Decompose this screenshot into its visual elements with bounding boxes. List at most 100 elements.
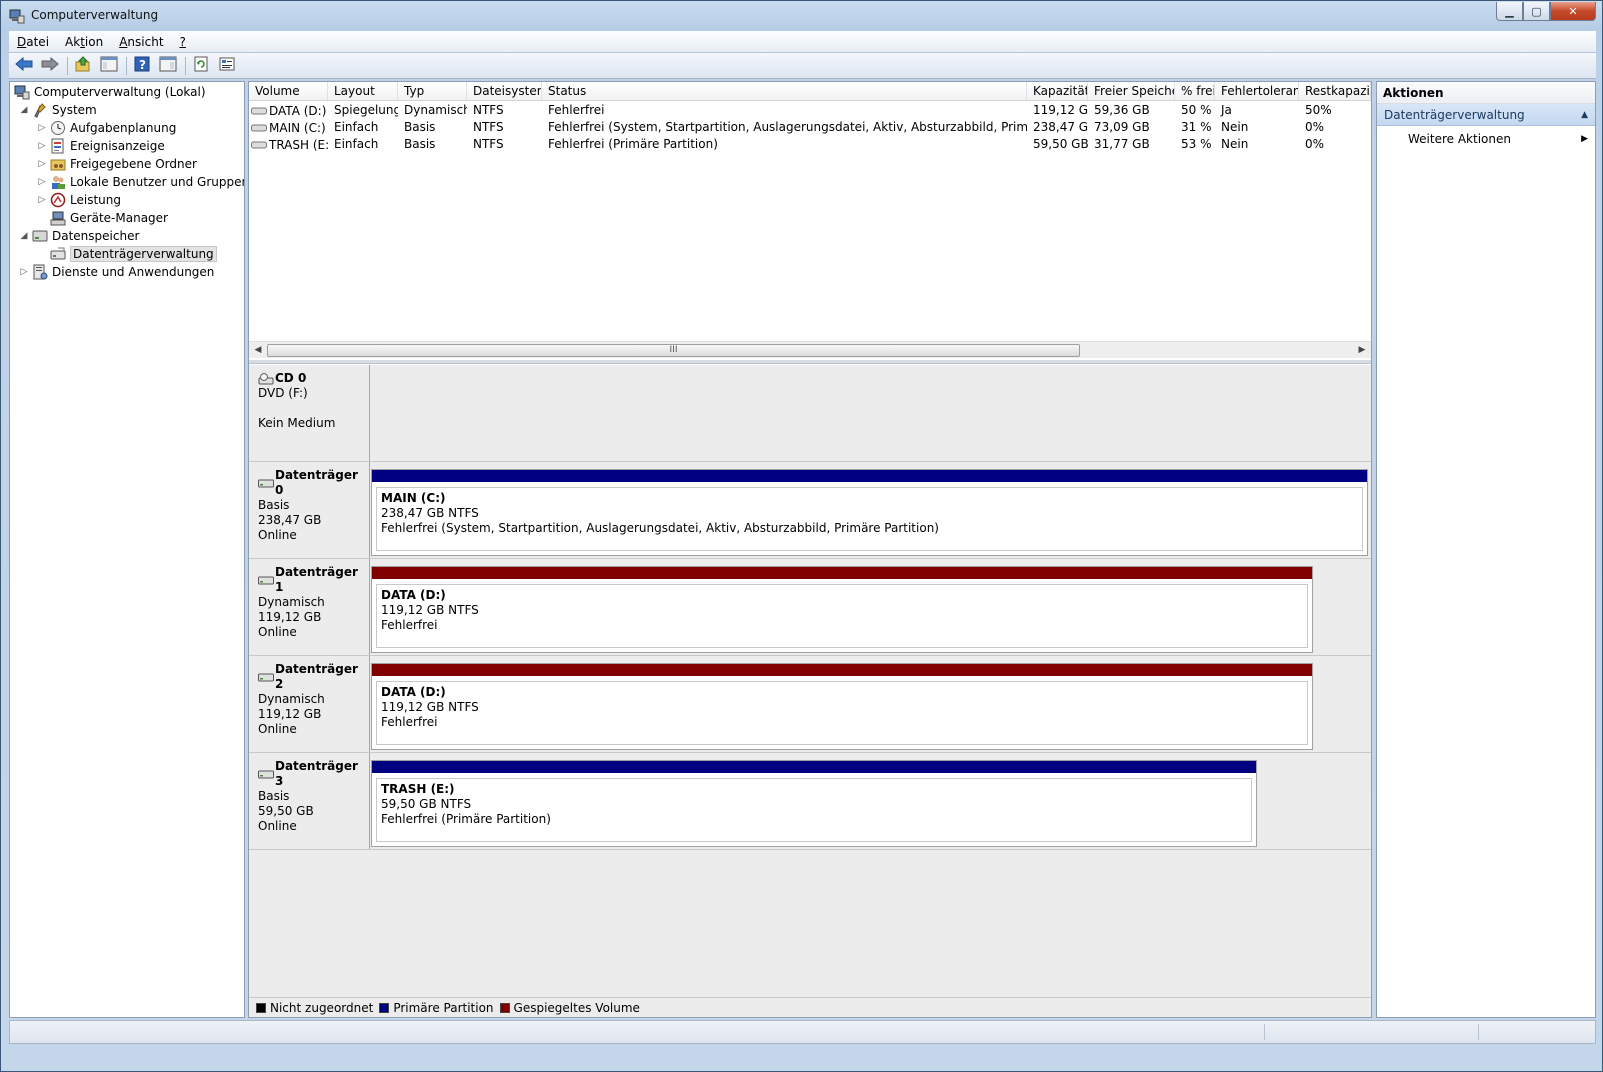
minimize-button[interactable]: ▁	[1496, 2, 1523, 21]
volume-percent-free: 50 %	[1181, 103, 1212, 117]
partition-size: 238,47 GB NTFS	[381, 506, 479, 520]
disk-label[interactable]: Datenträger 1 Dynamisch 119,12 GB Online	[249, 559, 370, 655]
scrollbar-thumb[interactable]: III	[267, 344, 1080, 357]
disk-name: Datenträger 1	[275, 565, 358, 594]
collapse-arrow-icon[interactable]: ◢	[18, 231, 30, 241]
tree-item-datentraegerverwaltung[interactable]: Datenträgerverwaltung	[36, 245, 217, 263]
storage-icon	[32, 228, 48, 244]
column-header-restkapazitaet[interactable]: Restkapazität	[1299, 82, 1371, 100]
disk-label[interactable]: Datenträger 2 Dynamisch 119,12 GB Online	[249, 656, 370, 752]
legend-swatch	[379, 1002, 390, 1013]
partition-block[interactable]: DATA (D:) 119,12 GB NTFS Fehlerfrei	[371, 566, 1313, 653]
performance-icon	[50, 192, 66, 208]
volume-capacity: 59,50 GB	[1033, 137, 1088, 151]
menu-aktion[interactable]: Aktion	[57, 35, 111, 49]
tree-item-leistung[interactable]: ▷ Leistung	[36, 191, 121, 209]
computer-management-icon	[14, 84, 30, 100]
maximize-button[interactable]: ▢	[1523, 2, 1550, 21]
disk-row-2: Datenträger 2 Dynamisch 119,12 GB Online…	[249, 656, 1371, 753]
toolbar-separator	[126, 56, 127, 75]
column-header-kapazitaet[interactable]: Kapazität	[1027, 82, 1088, 100]
forward-arrow-icon	[41, 56, 59, 74]
table-row[interactable]: TRASH (E:) Einfach Basis NTFS Fehlerfrei…	[249, 136, 1371, 153]
table-row[interactable]: MAIN (C:) Einfach Basis NTFS Fehlerfrei …	[249, 119, 1371, 136]
close-button[interactable]: ✕	[1550, 2, 1596, 21]
tree-item-aufgabenplanung[interactable]: ▷ Aufgabenplanung	[36, 119, 176, 137]
tree-item-system[interactable]: ◢ System	[18, 101, 97, 119]
console-tree-button[interactable]	[98, 56, 120, 76]
volume-status: Fehlerfrei (Primäre Partition)	[548, 137, 718, 151]
submenu-arrow-icon: ▶	[1581, 134, 1588, 144]
partition-size: 119,12 GB NTFS	[381, 700, 479, 714]
disk-size: 119,12 GB	[258, 610, 322, 624]
tree-item-root[interactable]: Computerverwaltung (Lokal)	[12, 83, 206, 101]
tree-item-geraete-manager[interactable]: Geräte-Manager	[36, 209, 168, 227]
horizontal-scrollbar[interactable]: ◀ III ▶	[249, 341, 1371, 358]
event-viewer-icon	[50, 138, 66, 154]
forward-button[interactable]	[39, 56, 61, 76]
legend-item: Gespiegeltes Volume	[499, 1001, 640, 1015]
menu-help[interactable]: ?	[172, 35, 194, 49]
tree-item-freigegebene-ordner[interactable]: ▷ Freigegebene Ordner	[36, 155, 197, 173]
disk-status: Online	[258, 819, 297, 833]
help-button[interactable]: ?	[131, 56, 153, 76]
partition-block[interactable]: TRASH (E:) 59,50 GB NTFS Fehlerfrei (Pri…	[371, 760, 1257, 847]
disk-size	[258, 401, 360, 416]
refresh-button[interactable]	[190, 56, 212, 76]
collapse-arrow-icon[interactable]: ◢	[18, 105, 30, 115]
services-icon	[32, 264, 48, 280]
properties-button[interactable]	[216, 56, 238, 76]
tree-item-lokale-benutzer[interactable]: ▷ Lokale Benutzer und Gruppen	[36, 173, 244, 191]
expand-arrow-icon[interactable]: ▷	[36, 195, 48, 205]
column-header-dateisystem[interactable]: Dateisystem	[467, 82, 542, 100]
menu-datei[interactable]: Datei	[9, 35, 57, 49]
disk-status: Kein Medium	[258, 416, 336, 430]
pane-splitter[interactable]	[249, 360, 1371, 364]
minimize-icon: ▁	[1505, 4, 1514, 18]
column-header-prozent-frei[interactable]: % frei	[1175, 82, 1215, 100]
tree-item-ereignisanzeige[interactable]: ▷ Ereignisanzeige	[36, 137, 165, 155]
volume-layout: Einfach	[334, 120, 379, 134]
column-header-volume[interactable]: Volume	[249, 82, 328, 100]
expand-arrow-icon[interactable]: ▷	[36, 159, 48, 169]
expand-arrow-icon[interactable]: ▷	[36, 141, 48, 151]
partition-block[interactable]: DATA (D:) 119,12 GB NTFS Fehlerfrei	[371, 663, 1313, 750]
help-icon: ?	[134, 56, 150, 75]
scroll-left-icon[interactable]: ◀	[251, 343, 265, 357]
actions-section-datentraegerverwaltung[interactable]: Datenträgerverwaltung ▲	[1377, 104, 1595, 126]
column-header-typ[interactable]: Typ	[398, 82, 467, 100]
expand-arrow-icon[interactable]: ▷	[36, 123, 48, 133]
column-header-status[interactable]: Status	[542, 82, 1027, 100]
table-row[interactable]: DATA (D:) Spiegelung Dynamisch NTFS Fehl…	[249, 102, 1371, 119]
column-header-freier-speicher[interactable]: Freier Speicher	[1088, 82, 1175, 100]
scroll-right-icon[interactable]: ▶	[1355, 343, 1369, 357]
volume-capacity: 238,47 GB	[1033, 120, 1088, 134]
disk-label[interactable]: Datenträger 3 Basis 59,50 GB Online	[249, 753, 370, 849]
menu-ansicht[interactable]: Ansicht	[111, 35, 171, 49]
show-hide-action-pane-button[interactable]	[157, 56, 179, 76]
expand-arrow-icon[interactable]: ▷	[18, 267, 30, 277]
column-header-fehlertoleranz[interactable]: Fehlertoleranz	[1215, 82, 1299, 100]
disk-map: CD 0 DVD (F:) Kein Medium Datenträger 0 …	[249, 365, 1371, 1017]
window-title: Computerverwaltung	[31, 8, 159, 22]
users-icon	[50, 174, 66, 190]
more-actions-item[interactable]: Weitere Aktionen ▶	[1377, 126, 1595, 146]
hard-disk-icon	[258, 671, 274, 683]
disk-label[interactable]: CD 0 DVD (F:) Kein Medium	[249, 365, 370, 461]
partition-block[interactable]: MAIN (C:) 238,47 GB NTFS Fehlerfrei (Sys…	[371, 469, 1368, 556]
partition-status: Fehlerfrei	[381, 618, 438, 632]
volume-status: Fehlerfrei (System, Startpartition, Ausl…	[548, 120, 1027, 134]
collapse-up-icon[interactable]: ▲	[1581, 110, 1588, 120]
disk-type: Basis	[258, 789, 290, 803]
tree-item-datenspeicher[interactable]: ◢ Datenspeicher	[18, 227, 140, 245]
partition-bar	[372, 470, 1367, 482]
column-header-layout[interactable]: Layout	[328, 82, 398, 100]
back-button[interactable]	[13, 56, 35, 76]
expand-arrow-icon[interactable]: ▷	[36, 177, 48, 187]
partition-bar	[372, 664, 1312, 676]
up-level-button[interactable]	[72, 56, 94, 76]
volume-free-space: 73,09 GB	[1094, 120, 1150, 134]
disk-label[interactable]: Datenträger 0 Basis 238,47 GB Online	[249, 462, 370, 558]
tree-item-dienste[interactable]: ▷ Dienste und Anwendungen	[18, 263, 214, 281]
disk-status: Online	[258, 722, 297, 736]
